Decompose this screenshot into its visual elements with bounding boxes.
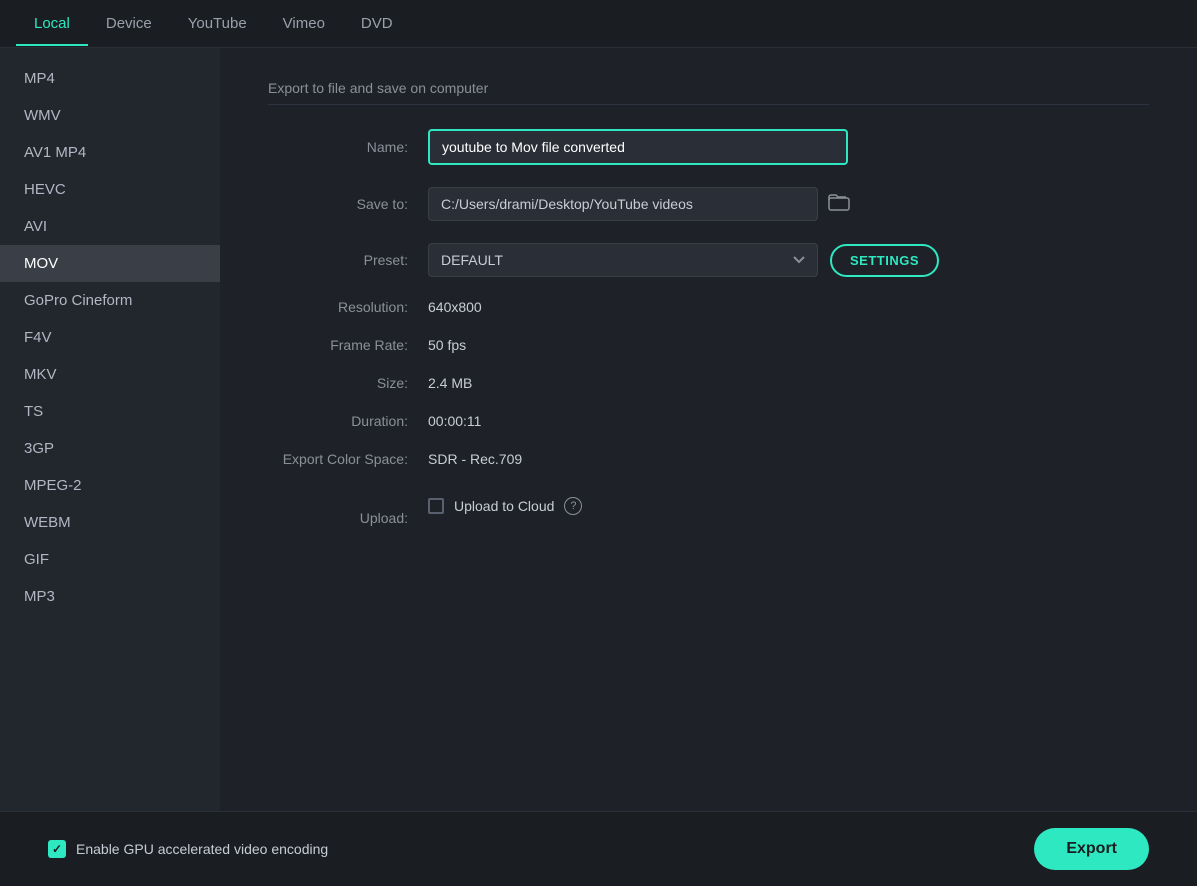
sidebar-item-ts[interactable]: TS: [0, 393, 220, 430]
colorspace-value: SDR - Rec.709: [428, 451, 1149, 467]
size-value: 2.4 MB: [428, 375, 1149, 391]
sidebar-item-mp4[interactable]: MP4: [0, 60, 220, 97]
saveto-path: C:/Users/drami/Desktop/YouTube videos: [428, 187, 818, 221]
framerate-label: Frame Rate:: [268, 337, 428, 353]
settings-button[interactable]: SETTINGS: [830, 244, 939, 277]
sidebar-item-wmv[interactable]: WMV: [0, 97, 220, 134]
saveto-row: Save to: C:/Users/drami/Desktop/YouTube …: [268, 187, 1149, 221]
gpu-row: Enable GPU accelerated video encoding: [48, 840, 328, 858]
name-input[interactable]: [428, 129, 848, 165]
sidebar-item-av1mp4[interactable]: AV1 MP4: [0, 134, 220, 171]
duration-label: Duration:: [268, 413, 428, 429]
preset-control: DEFAULT HIGH MEDIUM LOW SETTINGS: [428, 243, 1149, 277]
help-icon[interactable]: ?: [564, 497, 582, 515]
tab-device[interactable]: Device: [88, 1, 170, 46]
upload-cloud-label: Upload to Cloud: [454, 498, 554, 514]
colorspace-label: Export Color Space:: [268, 451, 428, 467]
tab-dvd[interactable]: DVD: [343, 1, 411, 46]
preset-row: Preset: DEFAULT HIGH MEDIUM LOW SETTINGS: [268, 243, 1149, 277]
saveto-label: Save to:: [268, 196, 428, 212]
bottom-bar: Enable GPU accelerated video encoding Ex…: [0, 811, 1197, 886]
tab-local[interactable]: Local: [16, 1, 88, 46]
sidebar-item-hevc[interactable]: HEVC: [0, 171, 220, 208]
upload-label: Upload:: [268, 510, 428, 526]
upload-control: Upload to Cloud ?: [428, 489, 1149, 547]
export-button[interactable]: Export: [1034, 828, 1149, 870]
sidebar-item-mov[interactable]: MOV: [0, 245, 220, 282]
sidebar-item-mkv[interactable]: MKV: [0, 356, 220, 393]
tab-youtube[interactable]: YouTube: [170, 1, 265, 46]
sidebar-item-gif[interactable]: GIF: [0, 541, 220, 578]
sidebar-item-avi[interactable]: AVI: [0, 208, 220, 245]
resolution-value: 640x800: [428, 299, 1149, 315]
name-label: Name:: [268, 139, 428, 155]
preset-select[interactable]: DEFAULT HIGH MEDIUM LOW: [428, 243, 818, 277]
sidebar-item-mpeg2[interactable]: MPEG-2: [0, 467, 220, 504]
saveto-control: C:/Users/drami/Desktop/YouTube videos: [428, 187, 1149, 221]
upload-row: Upload: Upload to Cloud ?: [268, 489, 1149, 547]
framerate-row: Frame Rate: 50 fps: [268, 337, 1149, 353]
sidebar-item-mp3[interactable]: MP3: [0, 578, 220, 615]
sidebar: MP4 WMV AV1 MP4 HEVC AVI MOV GoPro Cinef…: [0, 48, 220, 811]
content-area: Export to file and save on computer Name…: [220, 48, 1197, 811]
sidebar-item-webm[interactable]: WEBM: [0, 504, 220, 541]
sidebar-item-f4v[interactable]: F4V: [0, 319, 220, 356]
tab-vimeo[interactable]: Vimeo: [265, 1, 343, 46]
duration-value: 00:00:11: [428, 413, 1149, 429]
tab-bar: Local Device YouTube Vimeo DVD: [0, 0, 1197, 48]
resolution-row: Resolution: 640x800: [268, 299, 1149, 315]
gpu-label: Enable GPU accelerated video encoding: [76, 841, 328, 857]
size-label: Size:: [268, 375, 428, 391]
duration-row: Duration: 00:00:11: [268, 413, 1149, 429]
size-row: Size: 2.4 MB: [268, 375, 1149, 391]
section-title: Export to file and save on computer: [268, 80, 1149, 105]
main-content: MP4 WMV AV1 MP4 HEVC AVI MOV GoPro Cinef…: [0, 48, 1197, 811]
framerate-value: 50 fps: [428, 337, 1149, 353]
name-control: [428, 129, 1149, 165]
colorspace-row: Export Color Space: SDR - Rec.709: [268, 451, 1149, 467]
name-row: Name:: [268, 129, 1149, 165]
sidebar-item-gopro[interactable]: GoPro Cineform: [0, 282, 220, 319]
resolution-label: Resolution:: [268, 299, 428, 315]
preset-label: Preset:: [268, 252, 428, 268]
folder-icon[interactable]: [828, 193, 850, 216]
sidebar-item-3gp[interactable]: 3GP: [0, 430, 220, 467]
gpu-checkbox[interactable]: [48, 840, 66, 858]
upload-cloud-checkbox[interactable]: [428, 498, 444, 514]
